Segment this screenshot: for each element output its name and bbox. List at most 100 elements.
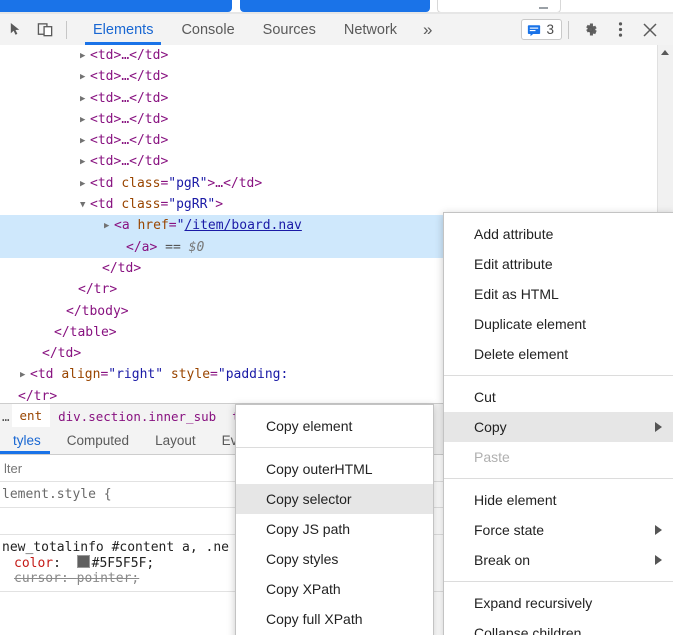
dom-token-punct: </ [66,303,82,319]
dom-node-row[interactable]: ▶ <td>…</td> [0,66,673,87]
css-selector-element-style: lement.style { [2,487,112,502]
expand-triangle-icon[interactable]: ▶ [80,89,90,110]
dom-token-ell: … [121,90,130,106]
menu-item-label: Copy element [266,418,353,434]
menu-item-label: Paste [474,449,510,465]
color-swatch[interactable] [76,555,90,568]
dom-token-punct: < [114,218,122,234]
copy-submenu-item-copy-styles[interactable]: Copy styles [236,544,433,574]
device-toolbar-icon[interactable] [30,16,60,44]
tab-elements[interactable]: Elements [79,14,167,45]
dom-token-punct: > [160,48,169,63]
dom-node-row[interactable]: ▶ <td>…</td> [0,45,673,66]
context-menu-item-break-on[interactable]: Break on [444,545,673,575]
more-tabs-icon[interactable]: » [411,14,444,45]
context-menu-item-delete-element[interactable]: Delete element [444,339,673,369]
breadcrumb-item[interactable]: … [0,409,12,424]
close-icon[interactable] [635,16,665,44]
menu-item-label: Copy outerHTML [266,461,373,477]
css-property-value-color: #5F5F5F; [91,556,155,571]
expand-triangle-icon[interactable]: ▶ [20,365,30,386]
devtools-window: Elements Console Sources Network » 3 ▶ <… [0,0,673,635]
expand-triangle-icon[interactable]: ▶ [80,152,90,173]
tab-console[interactable]: Console [167,14,248,45]
menu-item-label: Hide element [474,492,557,508]
message-count-badge[interactable]: 3 [521,19,562,40]
dom-token-punct: </ [129,90,145,106]
page-blue-button-2[interactable] [240,0,430,12]
context-menu-item-cut[interactable]: Cut [444,382,673,412]
context-menu-item-paste: Paste [444,442,673,472]
gear-icon[interactable] [575,16,605,44]
expand-triangle-icon[interactable]: ▶ [80,174,90,195]
tab-network[interactable]: Network [330,14,411,45]
context-menu-item-expand-recursively[interactable]: Expand recursively [444,588,673,618]
context-menu-item-duplicate-element[interactable]: Duplicate element [444,309,673,339]
expand-triangle-icon[interactable]: ▶ [80,46,90,67]
dom-token-val: "pgR" [168,175,208,191]
context-menu-item-edit-attribute[interactable]: Edit attribute [444,249,673,279]
expand-triangle-icon[interactable]: ▶ [80,131,90,152]
tab-layout[interactable]: Layout [142,427,209,454]
tab-layout-label: Layout [155,433,196,448]
dom-token-punct: > [109,282,118,298]
tab-console-label: Console [181,21,235,38]
copy-submenu-item-copy-outerhtml[interactable]: Copy outerHTML [236,454,433,484]
tab-computed[interactable]: Computed [54,427,142,454]
copy-submenu-item-copy-selector[interactable]: Copy selector [236,484,433,514]
breadcrumb-item[interactable]: div.section.inner_sub [50,409,224,424]
dom-node-row[interactable]: ▶ <td class="pgR">…</td> [0,173,673,194]
dom-token-ell: … [215,175,224,191]
dom-token-plain [157,240,165,255]
expand-triangle-icon[interactable]: ▶ [80,67,90,88]
context-menu-item-add-attribute[interactable]: Add attribute [444,219,673,249]
dom-node-row[interactable]: ▶ <td>…</td> [0,130,673,151]
copy-submenu-item-copy-xpath[interactable]: Copy XPath [236,574,433,604]
menu-item-label: Copy full XPath [266,611,363,627]
dom-token-punct: > [73,346,82,362]
dom-token-tag: td [144,90,161,106]
context-menu-item-force-state[interactable]: Force state [444,515,673,545]
dom-token-punct: < [90,90,98,106]
menu-item-label: Edit attribute [474,256,553,272]
inspect-cursor-icon[interactable] [0,16,30,44]
page-select-field[interactable] [437,0,561,12]
dom-token-punct: < [90,111,98,127]
dom-token-plain [163,367,171,382]
dom-token-val: "pgRR" [168,197,216,213]
scroll-up-icon[interactable] [661,50,669,55]
dom-token-punct: </ [42,346,58,362]
collapse-triangle-icon[interactable]: ▼ [80,195,90,216]
dom-token-punct: </ [129,48,145,63]
dom-node-row[interactable]: ▶ <td>…</td> [0,88,673,109]
kebab-menu-icon[interactable] [605,16,635,44]
copy-submenu[interactable]: Copy element Copy outerHTML Copy selector C… [235,404,434,635]
context-menu-item-collapse-children[interactable]: Collapse children [444,618,673,635]
copy-submenu-item-copy-element[interactable]: Copy element [236,411,433,441]
page-blue-button-1[interactable] [0,0,232,12]
dom-token-punct: </ [126,239,142,255]
copy-submenu-item-copy-full-xpath[interactable]: Copy full XPath [236,604,433,634]
styles-filter-input[interactable] [2,459,206,477]
tab-styles[interactable]: tyles [0,427,54,454]
expand-triangle-icon[interactable]: ▶ [104,216,114,237]
element-context-menu[interactable]: Add attribute Edit attribute Edit as HTML D… [443,212,673,635]
dom-token-lnk[interactable]: /item/board.nav [184,218,301,233]
tab-sources[interactable]: Sources [249,14,330,45]
context-menu-item-hide-element[interactable]: Hide element [444,485,673,515]
context-menu-item-copy[interactable]: Copy [444,412,673,442]
context-menu-item-edit-as-html[interactable]: Edit as HTML [444,279,673,309]
tab-network-label: Network [343,21,398,38]
dom-node-row[interactable]: ▶ <td>…</td> [0,151,673,172]
context-menu-separator [444,375,673,376]
expand-triangle-icon[interactable]: ▶ [80,110,90,131]
dom-node-row[interactable]: ▶ <td>…</td> [0,109,673,130]
dom-token-tag: td [144,154,161,170]
copy-submenu-item-copy-js-path[interactable]: Copy JS path [236,514,433,544]
devtools-tab-strip: Elements Console Sources Network » [79,14,445,45]
dom-token-punct: < [90,154,98,170]
breadcrumb-item[interactable]: ent [11,404,51,428]
dom-token-tag: tbody [81,303,121,319]
dom-token-tag: td [144,133,161,149]
tab-elements-label: Elements [93,21,154,38]
